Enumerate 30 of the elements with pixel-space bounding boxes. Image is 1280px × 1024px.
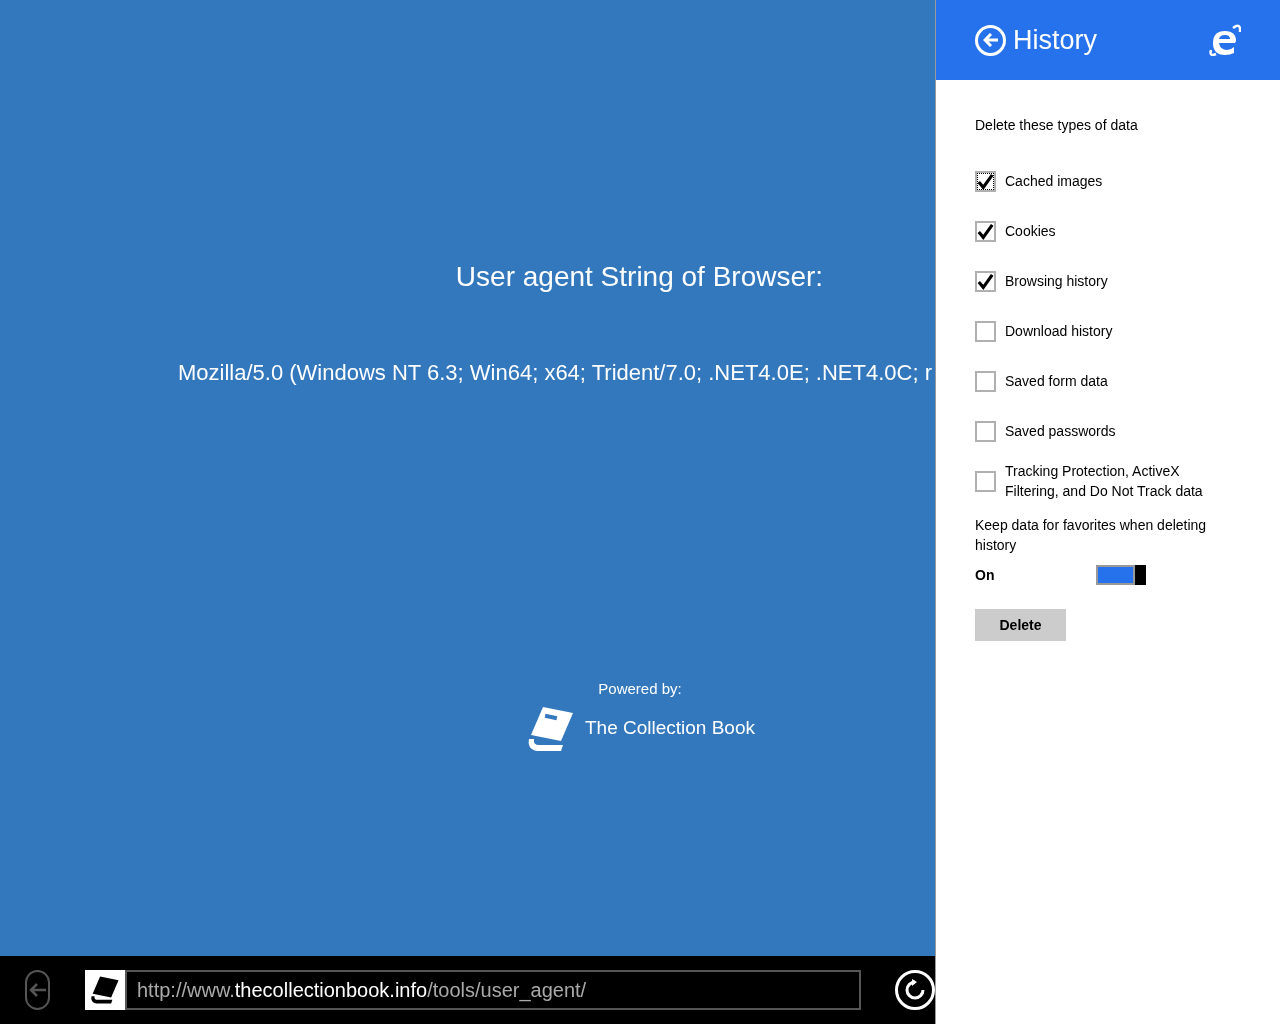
option-label: Cookies (1005, 222, 1057, 241)
refresh-icon (904, 979, 926, 1001)
powered-by-label: Powered by: (598, 679, 682, 699)
checkbox[interactable] (975, 370, 996, 392)
browser-logo-icon (1209, 24, 1241, 56)
site-icon (85, 970, 125, 1010)
checkbox[interactable] (975, 470, 996, 492)
option-label: Browsing history (1005, 272, 1109, 291)
checkbox[interactable] (975, 320, 996, 342)
back-arrow-icon (982, 33, 999, 47)
checkbox[interactable] (975, 270, 996, 292)
option-label: Saved form data (1005, 372, 1109, 391)
option-label: Tracking Protection, ActiveX Filtering, and Do Not Track data (1005, 462, 1204, 501)
checkbox[interactable] (975, 220, 996, 242)
option-label: Download history (1005, 322, 1114, 341)
delete-button[interactable]: Delete (975, 609, 1066, 641)
toggle-state: On (975, 565, 996, 585)
user-agent-text: Mozilla/5.0 (Windows NT 6.3; Win64; x64; Trident/7.0; .NET4.0E; .NET4.0C; r (178, 359, 932, 387)
toggle-label: Keep data for favorites when deleting history (975, 516, 1208, 555)
back-button[interactable] (25, 970, 50, 1010)
panel-title: History (1013, 23, 1098, 57)
section-label: Delete these types of data (975, 116, 1139, 135)
back-arrow-icon (27, 982, 48, 998)
option-label: Saved passwords (1005, 422, 1117, 441)
checkbox[interactable] (975, 420, 996, 442)
option-label: Cached images (1005, 172, 1104, 191)
toggle-switch[interactable] (1096, 565, 1146, 585)
page-heading: User agent String of Browser: (454, 260, 825, 294)
brand-name: The Collection Book (584, 716, 755, 741)
address-field[interactable]: http://www.thecollectionbook.info/tools/user_agent/ (125, 970, 861, 1010)
